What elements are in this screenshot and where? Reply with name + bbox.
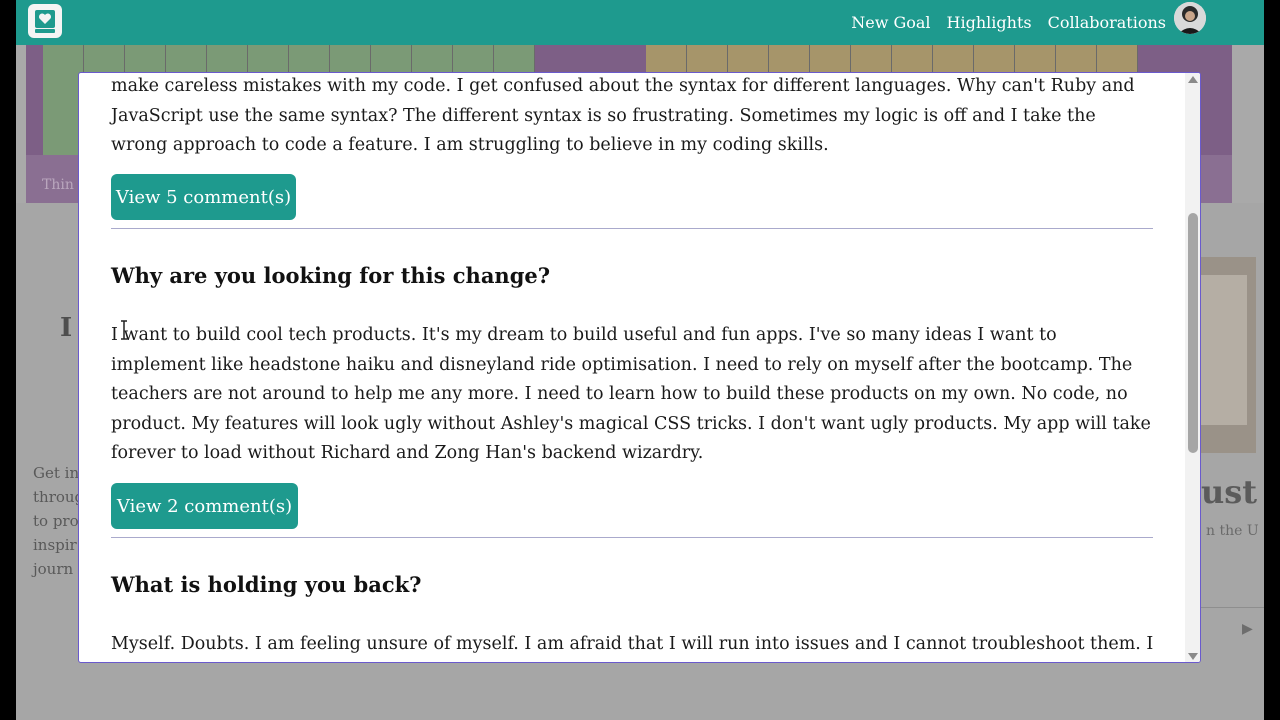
chevron-right-icon: ▶ <box>1242 621 1253 637</box>
band-label: Thin <box>42 177 74 193</box>
nav-new-goal[interactable]: New Goal <box>851 13 930 32</box>
answer-text: Myself. Doubts. I am feeling unsure of m… <box>111 634 1153 654</box>
user-avatar[interactable] <box>1174 2 1206 34</box>
entry-divider <box>111 537 1153 538</box>
answer-text: make careless mistakes with my code. I g… <box>111 76 1135 156</box>
nav-collaborations[interactable]: Collaborations <box>1048 13 1166 32</box>
left-heading-fragment: I <box>60 313 73 343</box>
right-sub-fragment: n the U <box>1206 523 1259 539</box>
nav-highlights[interactable]: Highlights <box>947 13 1032 32</box>
journal-heart-icon <box>35 10 55 33</box>
top-navbar: New Goal Highlights Collaborations <box>16 0 1264 45</box>
scroll-thumb[interactable] <box>1188 213 1198 453</box>
right-photo-detail <box>1201 275 1247 425</box>
user-photo <box>1174 2 1206 34</box>
view-comments-button[interactable]: View 2 comment(s) <box>111 483 298 529</box>
question-title: Why are you looking for this change? <box>111 263 551 288</box>
question-title: What is holding you back? <box>111 572 422 597</box>
text-cursor-icon <box>121 320 127 340</box>
scroll-down-arrow-icon[interactable] <box>1188 653 1198 660</box>
scroll-up-arrow-icon[interactable] <box>1188 76 1198 83</box>
modal-scrollbar[interactable] <box>1185 73 1200 662</box>
reflection-modal: make careless mistakes with my code. I g… <box>78 72 1201 663</box>
right-heading-fragment: ust <box>1201 473 1258 511</box>
app-window: New Goal Highlights Collaborations Thin … <box>16 0 1264 720</box>
answer-text: I want to build cool tech products. It's… <box>111 325 1151 464</box>
right-divider <box>1196 607 1264 608</box>
view-comments-button[interactable]: View 5 comment(s) <box>111 174 296 220</box>
app-logo[interactable] <box>28 4 62 38</box>
entry-divider <box>111 228 1153 229</box>
